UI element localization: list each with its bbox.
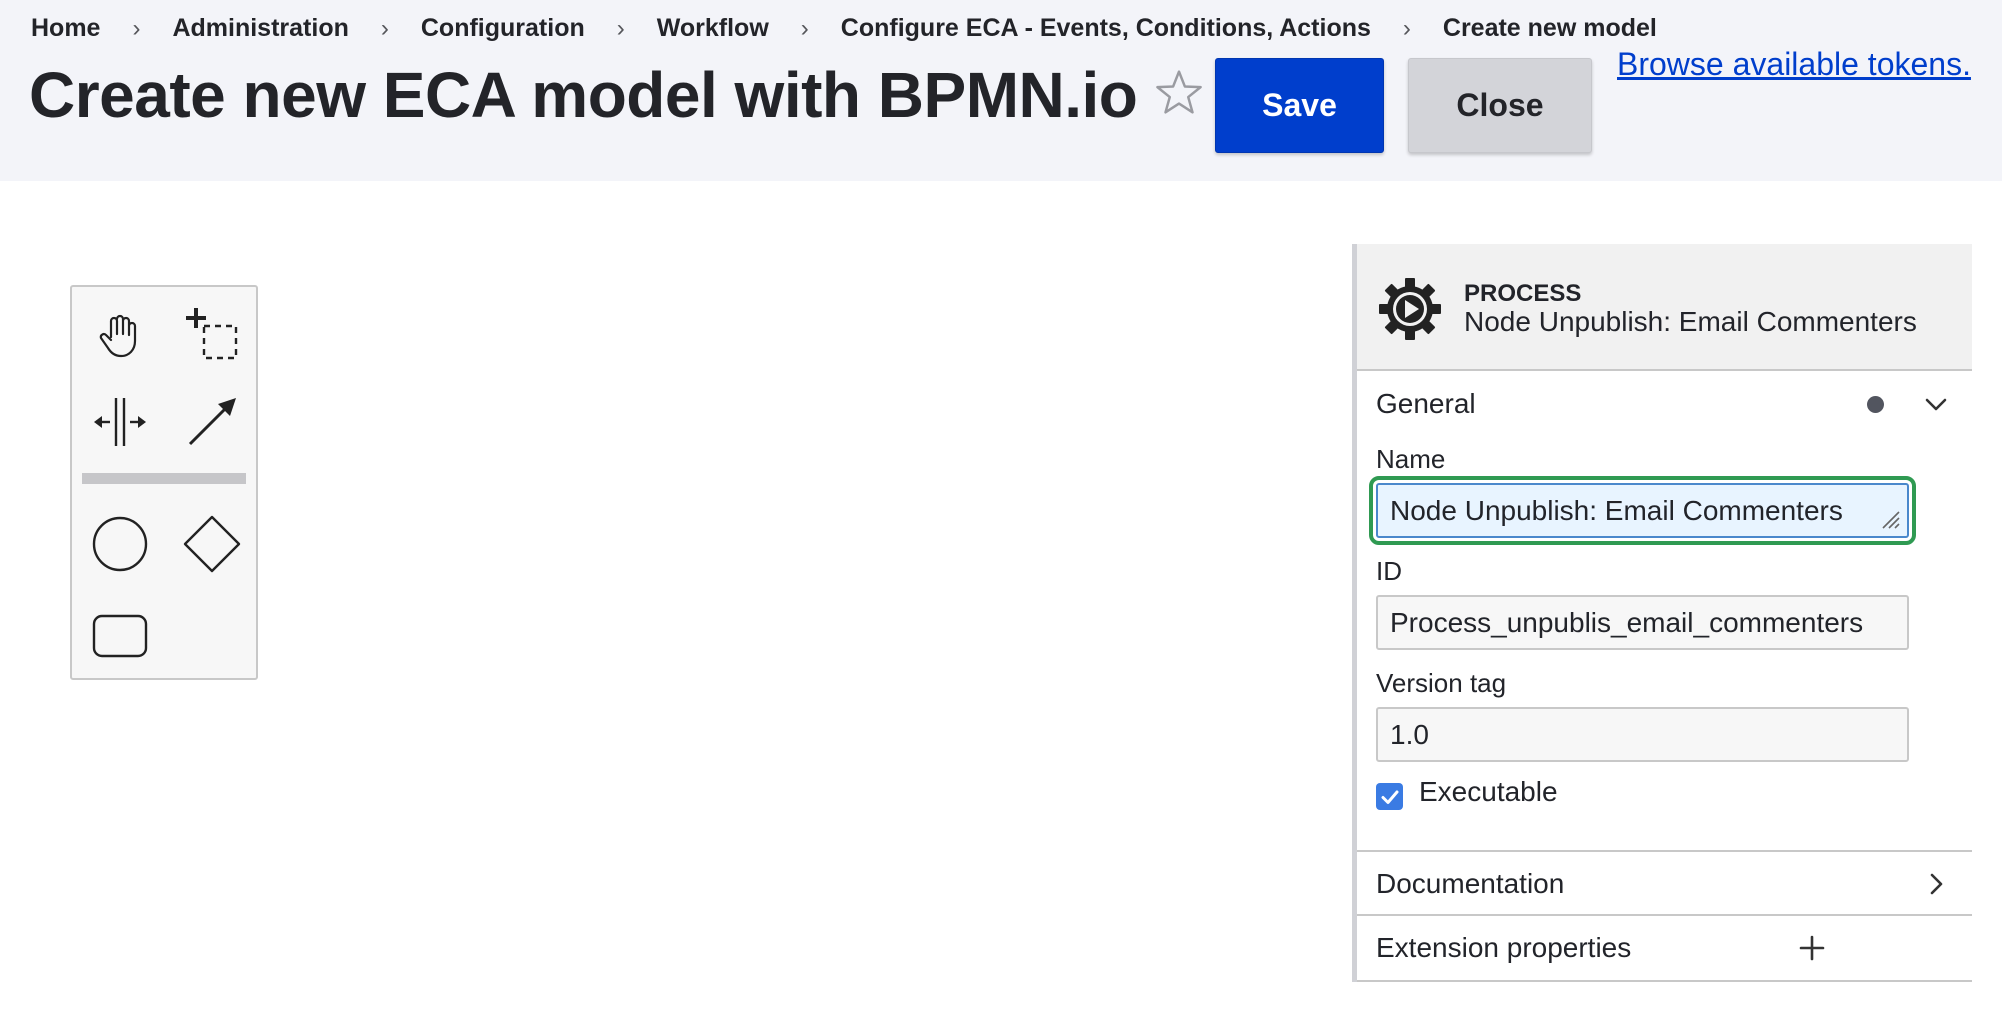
documentation-group-header[interactable]: Documentation — [1357, 852, 1972, 916]
checkmark-icon — [1381, 790, 1398, 804]
name-label: Name — [1376, 444, 1446, 474]
plus-icon[interactable] — [1797, 933, 1827, 963]
name-input[interactable]: Node Unpublish: Email Commenters — [1369, 476, 1916, 545]
group-divider — [1357, 980, 1972, 982]
breadcrumb-separator: › — [1402, 14, 1411, 42]
version-tag-input[interactable]: 1.0 — [1376, 707, 1909, 762]
resize-handle-icon[interactable] — [1877, 506, 1901, 530]
browse-tokens-link[interactable]: Browse available tokens. — [1617, 46, 1971, 83]
version-tag-label: Version tag — [1376, 668, 1507, 698]
executable-label: Executable — [1419, 776, 1558, 807]
extension-properties-group-header[interactable]: Extension properties — [1357, 916, 1972, 980]
element-name-label: Node Unpublish: Email Commenters — [1464, 306, 1917, 337]
general-group-title: General — [1376, 388, 1476, 419]
task-icon[interactable] — [85, 601, 155, 671]
breadcrumb-home[interactable]: Home — [31, 14, 100, 43]
chevron-down-icon[interactable] — [1921, 389, 1951, 419]
page-title: Create new ECA model with BPMN.io — [29, 59, 1138, 131]
space-tool-icon[interactable] — [85, 387, 155, 457]
breadcrumb-configuration[interactable]: Configuration — [421, 14, 585, 43]
chevron-right-icon[interactable] — [1921, 869, 1951, 899]
general-group-header[interactable]: General — [1357, 372, 1972, 436]
properties-panel: PROCESS Node Unpublish: Email Commenters… — [1352, 244, 1972, 982]
breadcrumb-current: Create new model — [1442, 14, 1657, 42]
breadcrumb-separator: › — [616, 14, 625, 42]
bpmn-palette — [70, 285, 258, 680]
connect-tool-icon[interactable] — [177, 387, 247, 457]
close-button[interactable]: Close — [1408, 58, 1592, 153]
executable-checkbox[interactable] — [1376, 783, 1403, 810]
hand-tool-icon[interactable] — [85, 299, 155, 369]
properties-header: PROCESS Node Unpublish: Email Commenters — [1357, 244, 1972, 371]
process-gear-icon — [1379, 278, 1441, 340]
id-input[interactable]: Process_unpublis_email_commenters — [1376, 595, 1909, 650]
data-marker-dot — [1867, 395, 1884, 413]
lasso-tool-icon[interactable] — [177, 299, 247, 369]
breadcrumb-separator: › — [800, 14, 809, 42]
gateway-icon[interactable] — [177, 509, 247, 579]
palette-separator — [82, 473, 246, 484]
breadcrumb-separator: › — [132, 14, 141, 42]
breadcrumb-configure-eca[interactable]: Configure ECA - Events, Conditions, Acti… — [841, 14, 1371, 43]
page-header: Home › Administration › Configuration › … — [0, 0, 2002, 181]
breadcrumb-workflow[interactable]: Workflow — [657, 14, 769, 43]
start-event-icon[interactable] — [85, 509, 155, 579]
id-label: ID — [1376, 556, 1402, 586]
breadcrumb-separator: › — [380, 14, 389, 42]
breadcrumb-administration[interactable]: Administration — [172, 14, 348, 43]
extension-properties-title: Extension properties — [1376, 932, 1632, 963]
star-icon[interactable] — [1152, 66, 1206, 120]
element-type-label: PROCESS — [1464, 280, 1582, 307]
documentation-group-title: Documentation — [1376, 868, 1565, 899]
name-input-value: Node Unpublish: Email Commenters — [1390, 494, 1843, 526]
save-button[interactable]: Save — [1215, 58, 1384, 153]
breadcrumb: Home › Administration › Configuration › … — [31, 14, 1657, 43]
